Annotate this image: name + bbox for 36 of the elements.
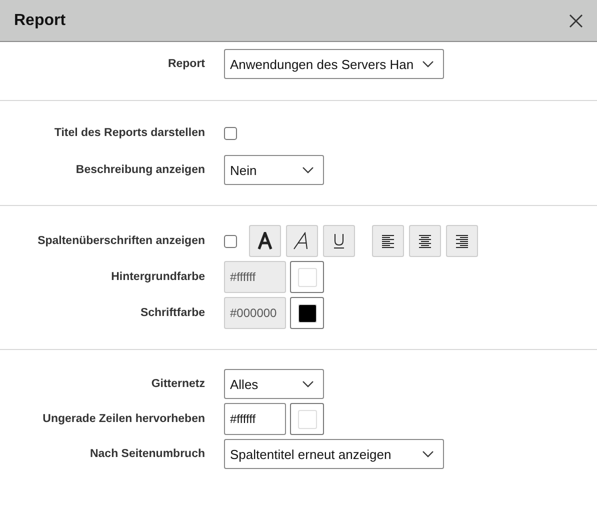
field-label: Ungerade Zeilen hervorheben — [42, 413, 205, 425]
underline-button[interactable] — [323, 225, 355, 257]
dropdown[interactable]: Anwendungen des Servers Han — [224, 49, 444, 79]
checkbox[interactable] — [224, 234, 237, 248]
field-label: Beschreibung anzeigen — [74, 164, 205, 176]
color-field[interactable]: #ffffff — [224, 403, 286, 435]
chevron-down-icon — [422, 450, 434, 458]
chevron-down-icon — [302, 380, 314, 388]
close-icon[interactable] — [569, 14, 583, 28]
color-picker-button[interactable] — [290, 297, 324, 329]
underline-icon — [333, 233, 345, 249]
color-picker-button[interactable] — [290, 403, 324, 435]
bold-button[interactable] — [249, 225, 281, 257]
align-center-icon — [419, 234, 431, 248]
field-label: Hintergrundfarbe — [110, 271, 205, 283]
field-label: Spaltenüberschriften anzeigen — [36, 235, 205, 247]
dropdown[interactable]: Alles — [224, 369, 324, 399]
align-right-button[interactable] — [446, 225, 478, 257]
align-left-button[interactable] — [372, 225, 404, 257]
chevron-down-icon — [422, 60, 434, 68]
align-center-button[interactable] — [409, 225, 441, 257]
color-picker-button[interactable] — [290, 261, 324, 293]
italic-button[interactable] — [286, 225, 318, 257]
bold-icon — [256, 232, 274, 250]
field-label: Gitternetz — [150, 378, 205, 390]
checkbox[interactable] — [224, 126, 237, 140]
align-right-icon — [456, 234, 468, 248]
field-label: Schriftfarbe — [139, 307, 205, 319]
field-label: Report — [166, 58, 205, 70]
dropdown[interactable]: Spaltentitel erneut anzeigen — [224, 439, 444, 469]
dropdown[interactable]: Nein — [224, 155, 324, 185]
field-label: Titel des Reports darstellen — [53, 127, 205, 139]
dialog-title: Report — [14, 12, 66, 30]
chevron-down-icon — [302, 166, 314, 174]
align-left-icon — [382, 234, 394, 248]
field-label: Nach Seitenumbruch — [88, 448, 205, 460]
